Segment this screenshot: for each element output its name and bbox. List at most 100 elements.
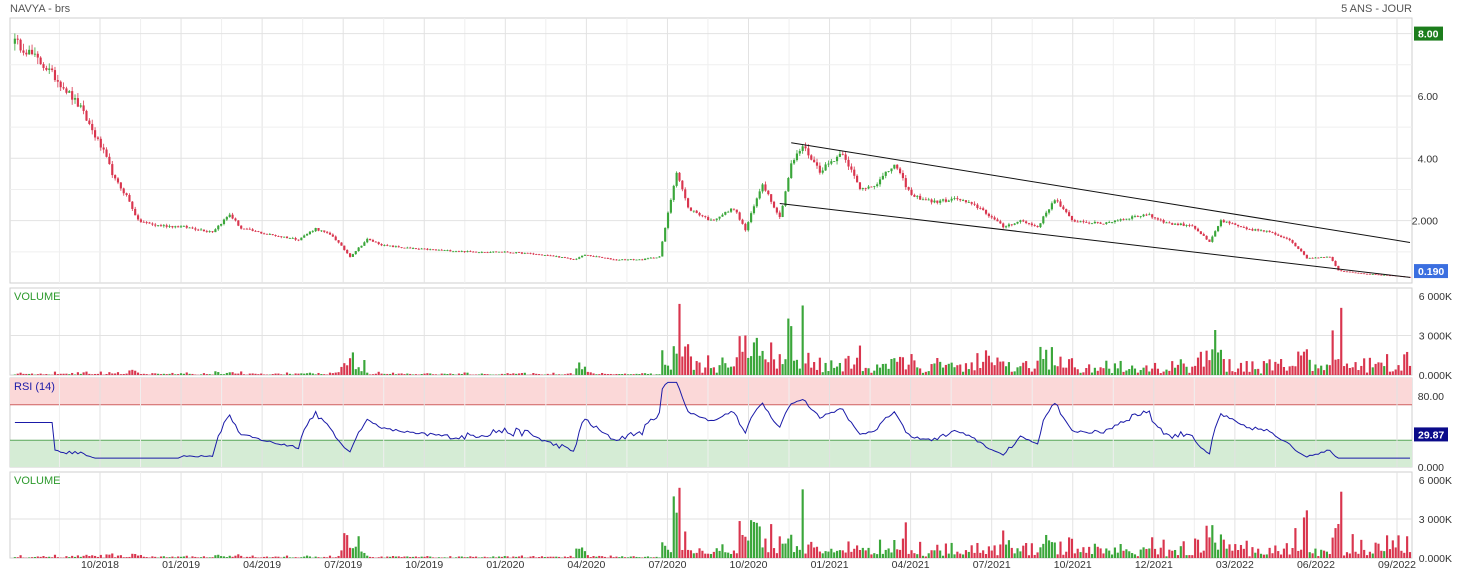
candle-body bbox=[469, 251, 472, 252]
volume-bar bbox=[182, 373, 185, 375]
candle-body bbox=[1027, 223, 1031, 224]
volume2-title: VOLUME bbox=[14, 475, 60, 487]
volume-bar bbox=[334, 372, 337, 375]
volume-bar bbox=[397, 373, 400, 375]
volume-bar bbox=[778, 354, 781, 375]
candle-body bbox=[294, 238, 297, 240]
volume-bar bbox=[583, 366, 587, 375]
x-tick-label: 09/2022 bbox=[1378, 559, 1416, 571]
volume-bar bbox=[260, 373, 263, 375]
candle-body bbox=[770, 194, 773, 202]
volume2-bar bbox=[698, 548, 701, 558]
candle-body bbox=[1199, 231, 1202, 235]
volume2-bar bbox=[417, 557, 420, 558]
candle-body bbox=[847, 159, 850, 167]
volume-bar bbox=[1156, 368, 1159, 375]
volume-bar bbox=[790, 326, 793, 375]
volume2-bar bbox=[947, 553, 950, 558]
candle-body bbox=[944, 199, 947, 202]
volume2-bar bbox=[65, 556, 68, 558]
volume2-bar bbox=[199, 557, 203, 558]
volume-bar bbox=[509, 373, 512, 375]
volume2-bar bbox=[495, 557, 498, 558]
candle-body bbox=[936, 200, 939, 203]
volume-bar bbox=[1391, 371, 1394, 375]
candle-body bbox=[82, 105, 85, 111]
candle-body bbox=[621, 259, 624, 261]
volume2-bar bbox=[1119, 544, 1122, 558]
candle-body bbox=[1039, 223, 1042, 228]
candle-body bbox=[348, 253, 352, 257]
volume2-bar bbox=[635, 556, 638, 558]
x-tick-label: 10/2019 bbox=[405, 559, 443, 571]
volume-bar bbox=[758, 355, 761, 375]
candle-body bbox=[555, 256, 558, 258]
candle-body bbox=[967, 202, 970, 203]
candle-body bbox=[260, 231, 263, 234]
volume2-bar bbox=[331, 557, 334, 558]
volume2-bar bbox=[761, 547, 764, 558]
volume-bar bbox=[469, 374, 472, 375]
stock-chart[interactable]: 10/2018 01/2019 04/2019 07/2019 10/2019 01/20… bbox=[0, 0, 1457, 574]
volume2-bar bbox=[1302, 517, 1306, 558]
volume-bar bbox=[1377, 362, 1380, 375]
volume2-bar bbox=[159, 556, 163, 558]
volume2-tick-label: 3 000K bbox=[1419, 514, 1452, 526]
candle-body bbox=[632, 259, 635, 261]
volume-bar bbox=[231, 372, 234, 375]
volume2-bar bbox=[1099, 548, 1102, 558]
volume-bar bbox=[222, 374, 226, 375]
volume-bar bbox=[105, 373, 108, 375]
candle-body bbox=[752, 206, 756, 214]
candle-body bbox=[795, 153, 799, 161]
volume2-bar bbox=[245, 556, 248, 558]
volume2-bar bbox=[480, 557, 483, 558]
volume-bar bbox=[589, 372, 592, 375]
candle-body bbox=[288, 238, 291, 239]
volume-bar bbox=[119, 374, 122, 375]
volume-bar bbox=[876, 364, 879, 375]
volume-bar bbox=[1340, 307, 1343, 375]
volume-bar bbox=[801, 305, 804, 375]
candle-body bbox=[1194, 225, 1197, 229]
candle-body bbox=[1216, 226, 1220, 232]
candle-body bbox=[460, 251, 463, 252]
volume2-bar bbox=[1305, 510, 1308, 558]
volume-bar bbox=[406, 373, 409, 375]
candle-body bbox=[669, 199, 672, 213]
volume-bar bbox=[1397, 365, 1400, 375]
volume2-bar bbox=[1311, 553, 1314, 558]
candle-body bbox=[913, 194, 916, 197]
volume2-bar bbox=[291, 557, 294, 558]
volume-bar bbox=[19, 372, 22, 375]
candle-body bbox=[540, 254, 544, 256]
volume-bar bbox=[1033, 368, 1036, 375]
volume2-bar bbox=[288, 557, 291, 558]
candle-body bbox=[1345, 271, 1349, 273]
candle-body bbox=[33, 53, 36, 55]
volume2-bar bbox=[33, 557, 36, 558]
volume-bar bbox=[1013, 371, 1016, 375]
candle-body bbox=[612, 259, 615, 261]
candle-body bbox=[707, 217, 710, 221]
candle-body bbox=[1214, 231, 1217, 237]
volume-bar bbox=[987, 355, 990, 375]
volume-bar bbox=[835, 366, 839, 375]
candle-body bbox=[821, 170, 824, 173]
volume2-bar bbox=[555, 556, 558, 558]
volume-bar bbox=[1194, 365, 1197, 375]
volume-bar bbox=[881, 363, 884, 375]
volume-bar bbox=[641, 373, 644, 375]
candle-body bbox=[987, 213, 990, 217]
candle-body bbox=[134, 208, 137, 216]
volume2-bar bbox=[772, 548, 776, 558]
volume-bar bbox=[165, 374, 168, 375]
volume-bar bbox=[1085, 368, 1088, 375]
volume2-bar bbox=[73, 556, 77, 558]
volume-bar bbox=[320, 374, 323, 375]
volume2-bar bbox=[1102, 553, 1105, 558]
volume2-bar bbox=[770, 524, 773, 558]
candle-body bbox=[303, 235, 306, 238]
volume-bar bbox=[1383, 366, 1386, 375]
volume-bar bbox=[111, 373, 114, 375]
